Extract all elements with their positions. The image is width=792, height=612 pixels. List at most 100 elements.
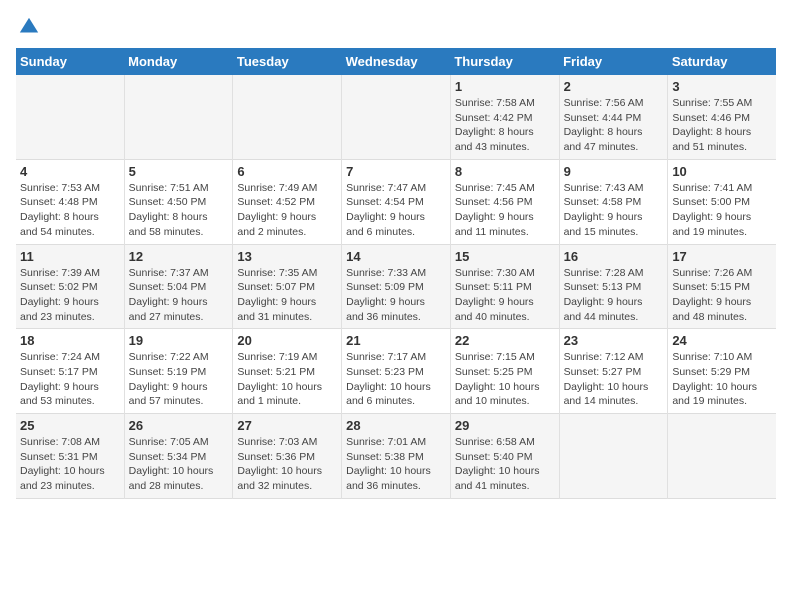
day-info: Sunrise: 7:37 AM Sunset: 5:04 PM Dayligh… — [129, 266, 229, 325]
calendar-cell: 11 Sunrise: 7:39 AM Sunset: 5:02 PM Dayli… — [16, 244, 124, 329]
calendar-cell: 23 Sunrise: 7:12 AM Sunset: 5:27 PM Dayli… — [559, 329, 668, 414]
calendar-header-saturday: Saturday — [668, 48, 776, 75]
calendar-cell: 21 Sunrise: 7:17 AM Sunset: 5:23 PM Dayli… — [342, 329, 451, 414]
day-number: 1 — [455, 79, 555, 94]
day-info: Sunrise: 7:35 AM Sunset: 5:07 PM Dayligh… — [237, 266, 337, 325]
calendar-cell: 2 Sunrise: 7:56 AM Sunset: 4:44 PM Daylig… — [559, 75, 668, 159]
calendar-cell: 13 Sunrise: 7:35 AM Sunset: 5:07 PM Dayli… — [233, 244, 342, 329]
day-number: 6 — [237, 164, 337, 179]
day-info: Sunrise: 7:53 AM Sunset: 4:48 PM Dayligh… — [20, 181, 120, 240]
day-number: 14 — [346, 249, 446, 264]
calendar-header-sunday: Sunday — [16, 48, 124, 75]
calendar-cell — [342, 75, 451, 159]
day-number: 22 — [455, 333, 555, 348]
calendar-header-friday: Friday — [559, 48, 668, 75]
day-number: 26 — [129, 418, 229, 433]
week-row-3: 11 Sunrise: 7:39 AM Sunset: 5:02 PM Dayli… — [16, 244, 776, 329]
day-number: 21 — [346, 333, 446, 348]
day-info: Sunrise: 7:33 AM Sunset: 5:09 PM Dayligh… — [346, 266, 446, 325]
week-row-4: 18Sunrise: 7:24 AM Sunset: 5:17 PM Dayli… — [16, 329, 776, 414]
day-info: Sunrise: 7:55 AM Sunset: 4:46 PM Dayligh… — [672, 96, 772, 155]
day-number: 25 — [20, 418, 120, 433]
calendar-cell — [233, 75, 342, 159]
calendar-cell: 24 Sunrise: 7:10 AM Sunset: 5:29 PM Dayli… — [668, 329, 776, 414]
day-number: 2 — [564, 79, 664, 94]
day-number: 13 — [237, 249, 337, 264]
day-info: Sunrise: 6:58 AM Sunset: 5:40 PM Dayligh… — [455, 435, 555, 494]
calendar-cell: 25 Sunrise: 7:08 AM Sunset: 5:31 PM Dayli… — [16, 414, 124, 499]
calendar-header-thursday: Thursday — [450, 48, 559, 75]
calendar-cell: 3 Sunrise: 7:55 AM Sunset: 4:46 PM Daylig… — [668, 75, 776, 159]
day-number: 3 — [672, 79, 772, 94]
day-info: Sunrise: 7:49 AM Sunset: 4:52 PM Dayligh… — [237, 181, 337, 240]
day-info: Sunrise: 7:26 AM Sunset: 5:15 PM Dayligh… — [672, 266, 772, 325]
day-number: 11 — [20, 249, 120, 264]
day-info: Sunrise: 7:51 AM Sunset: 4:50 PM Dayligh… — [129, 181, 229, 240]
calendar-cell: 26Sunrise: 7:05 AM Sunset: 5:34 PM Dayli… — [124, 414, 233, 499]
day-number: 23 — [564, 333, 664, 348]
day-info: Sunrise: 7:01 AM Sunset: 5:38 PM Dayligh… — [346, 435, 446, 494]
calendar-header-row: SundayMondayTuesdayWednesdayThursdayFrid… — [16, 48, 776, 75]
day-info: Sunrise: 7:30 AM Sunset: 5:11 PM Dayligh… — [455, 266, 555, 325]
day-number: 18 — [20, 333, 120, 348]
calendar-table: SundayMondayTuesdayWednesdayThursdayFrid… — [16, 48, 776, 499]
calendar-cell: 29 Sunrise: 6:58 AM Sunset: 5:40 PM Dayli… — [450, 414, 559, 499]
day-info: Sunrise: 7:12 AM Sunset: 5:27 PM Dayligh… — [564, 350, 664, 409]
calendar-cell: 4 Sunrise: 7:53 AM Sunset: 4:48 PM Daylig… — [16, 159, 124, 244]
calendar-cell: 20Sunrise: 7:19 AM Sunset: 5:21 PM Dayli… — [233, 329, 342, 414]
calendar-header-wednesday: Wednesday — [342, 48, 451, 75]
day-number: 5 — [129, 164, 229, 179]
day-info: Sunrise: 7:47 AM Sunset: 4:54 PM Dayligh… — [346, 181, 446, 240]
calendar-cell: 22 Sunrise: 7:15 AM Sunset: 5:25 PM Dayli… — [450, 329, 559, 414]
day-info: Sunrise: 7:28 AM Sunset: 5:13 PM Dayligh… — [564, 266, 664, 325]
page-header — [16, 16, 776, 38]
calendar-cell: 5 Sunrise: 7:51 AM Sunset: 4:50 PM Daylig… — [124, 159, 233, 244]
week-row-1: 1 Sunrise: 7:58 AM Sunset: 4:42 PM Daylig… — [16, 75, 776, 159]
calendar-cell: 18Sunrise: 7:24 AM Sunset: 5:17 PM Dayli… — [16, 329, 124, 414]
calendar-cell — [16, 75, 124, 159]
day-number: 16 — [564, 249, 664, 264]
day-info: Sunrise: 7:17 AM Sunset: 5:23 PM Dayligh… — [346, 350, 446, 409]
calendar-cell — [559, 414, 668, 499]
day-info: Sunrise: 7:22 AM Sunset: 5:19 PM Dayligh… — [129, 350, 229, 409]
logo-icon — [18, 16, 40, 38]
calendar-cell: 10 Sunrise: 7:41 AM Sunset: 5:00 PM Dayli… — [668, 159, 776, 244]
day-number: 28 — [346, 418, 446, 433]
day-number: 27 — [237, 418, 337, 433]
day-number: 19 — [129, 333, 229, 348]
calendar-cell: 27 Sunrise: 7:03 AM Sunset: 5:36 PM Dayli… — [233, 414, 342, 499]
day-info: Sunrise: 7:08 AM Sunset: 5:31 PM Dayligh… — [20, 435, 120, 494]
day-number: 29 — [455, 418, 555, 433]
calendar-cell: 8 Sunrise: 7:45 AM Sunset: 4:56 PM Daylig… — [450, 159, 559, 244]
calendar-cell: 16 Sunrise: 7:28 AM Sunset: 5:13 PM Dayli… — [559, 244, 668, 329]
day-number: 17 — [672, 249, 772, 264]
calendar-cell: 15 Sunrise: 7:30 AM Sunset: 5:11 PM Dayli… — [450, 244, 559, 329]
day-number: 4 — [20, 164, 120, 179]
calendar-cell: 12 Sunrise: 7:37 AM Sunset: 5:04 PM Dayli… — [124, 244, 233, 329]
calendar-cell: 19 Sunrise: 7:22 AM Sunset: 5:19 PM Dayli… — [124, 329, 233, 414]
day-info: Sunrise: 7:19 AM Sunset: 5:21 PM Dayligh… — [237, 350, 337, 409]
day-info: Sunrise: 7:56 AM Sunset: 4:44 PM Dayligh… — [564, 96, 664, 155]
calendar-cell: 14 Sunrise: 7:33 AM Sunset: 5:09 PM Dayli… — [342, 244, 451, 329]
day-info: Sunrise: 7:10 AM Sunset: 5:29 PM Dayligh… — [672, 350, 772, 409]
calendar-cell — [668, 414, 776, 499]
week-row-5: 25 Sunrise: 7:08 AM Sunset: 5:31 PM Dayli… — [16, 414, 776, 499]
week-row-2: 4 Sunrise: 7:53 AM Sunset: 4:48 PM Daylig… — [16, 159, 776, 244]
calendar-cell: 17 Sunrise: 7:26 AM Sunset: 5:15 PM Dayli… — [668, 244, 776, 329]
day-info: Sunrise: 7:58 AM Sunset: 4:42 PM Dayligh… — [455, 96, 555, 155]
day-number: 8 — [455, 164, 555, 179]
calendar-cell: 1 Sunrise: 7:58 AM Sunset: 4:42 PM Daylig… — [450, 75, 559, 159]
day-number: 12 — [129, 249, 229, 264]
day-info: Sunrise: 7:03 AM Sunset: 5:36 PM Dayligh… — [237, 435, 337, 494]
day-info: Sunrise: 7:39 AM Sunset: 5:02 PM Dayligh… — [20, 266, 120, 325]
day-number: 24 — [672, 333, 772, 348]
day-number: 10 — [672, 164, 772, 179]
calendar-cell: 28 Sunrise: 7:01 AM Sunset: 5:38 PM Dayli… — [342, 414, 451, 499]
logo — [16, 16, 40, 38]
day-number: 9 — [564, 164, 664, 179]
day-number: 15 — [455, 249, 555, 264]
day-info: Sunrise: 7:43 AM Sunset: 4:58 PM Dayligh… — [564, 181, 664, 240]
day-info: Sunrise: 7:45 AM Sunset: 4:56 PM Dayligh… — [455, 181, 555, 240]
day-info: Sunrise: 7:15 AM Sunset: 5:25 PM Dayligh… — [455, 350, 555, 409]
day-info: Sunrise: 7:41 AM Sunset: 5:00 PM Dayligh… — [672, 181, 772, 240]
